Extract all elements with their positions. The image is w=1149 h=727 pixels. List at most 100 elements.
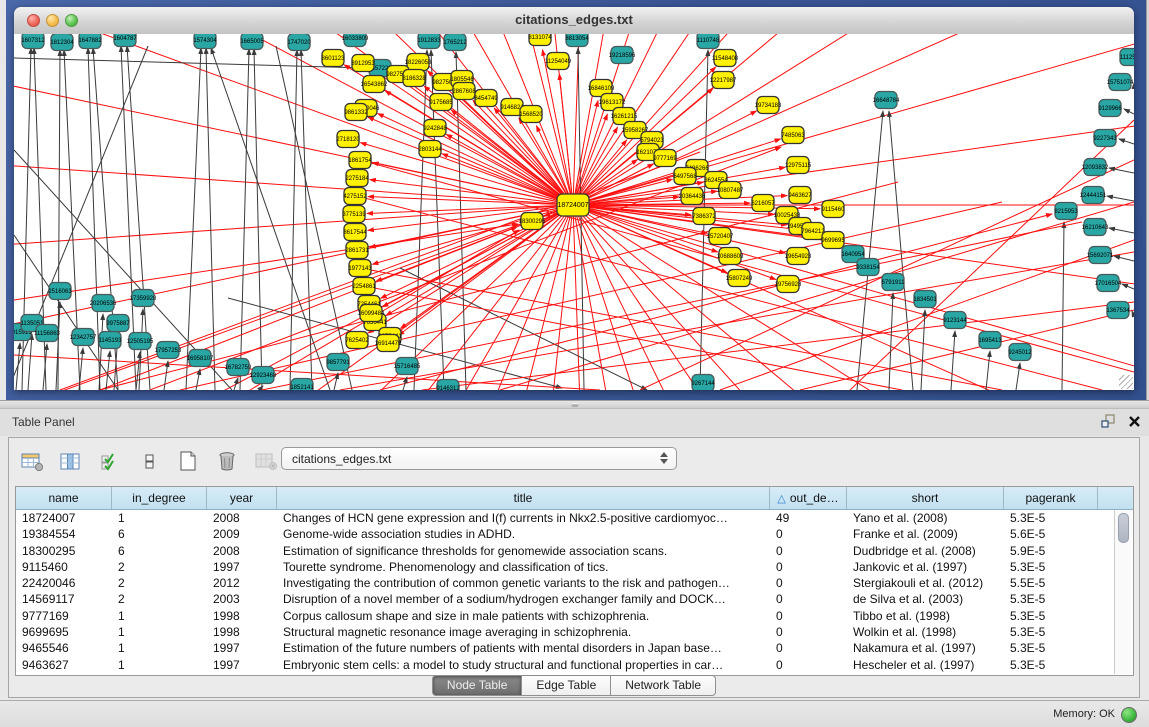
table-cell[interactable]: 5.3E-5	[1004, 559, 1098, 575]
graph-node[interactable]: 1852141	[290, 379, 314, 391]
graph-node[interactable]: 15807249	[726, 270, 753, 287]
graph-node[interactable]: 7625402	[345, 332, 369, 349]
graph-node[interactable]: 9861332	[344, 104, 368, 121]
graph-node[interactable]: 11156863	[34, 325, 60, 342]
table-cell[interactable]: Estimation of significance thresholds fo…	[277, 543, 770, 559]
table-cell[interactable]: 2009	[207, 526, 277, 542]
table-cell[interactable]: Disruption of a novel member of a sodium…	[277, 591, 770, 607]
graph-node[interactable]: 2867608	[452, 83, 476, 100]
table-cell[interactable]: 0	[770, 559, 847, 575]
table-cell[interactable]: Stergiakouli et al. (2012)	[847, 575, 1004, 591]
graph-node[interactable]: 12217987	[710, 72, 737, 89]
graph-node[interactable]: 16543862	[361, 76, 388, 93]
table-cell[interactable]: 9463627	[16, 657, 112, 673]
graph-node[interactable]: 16648784	[873, 92, 900, 109]
table-row[interactable]: 1872400712008Changes of HCN gene express…	[16, 510, 1133, 526]
tab-node-table[interactable]: Node Table	[432, 675, 523, 696]
graph-node[interactable]: 2861731	[345, 242, 369, 259]
graph-node[interactable]: 9115460	[822, 201, 846, 218]
column-header-in_degree[interactable]: in_degree	[112, 487, 207, 509]
graph-node[interactable]: 3775139	[342, 206, 366, 223]
table-cell[interactable]: 14569117	[16, 591, 112, 607]
graph-node[interactable]: 18724007	[557, 194, 589, 216]
table-cell[interactable]: 22420046	[16, 575, 112, 591]
table-cell[interactable]: Tourette syndrome. Phenomenology and cla…	[277, 559, 770, 575]
graph-node[interactable]: 9777169	[653, 150, 677, 167]
table-select-dropdown[interactable]: citations_edges.txt	[281, 447, 677, 470]
float-panel-icon[interactable]	[1101, 414, 1116, 433]
table-cell[interactable]: 5.3E-5	[1004, 640, 1098, 656]
graph-node[interactable]: 1604787	[113, 34, 137, 47]
graph-node[interactable]: 16210643	[1082, 219, 1109, 236]
graph-node[interactable]: 1574304	[193, 34, 217, 49]
graph-node[interactable]: 8186328	[402, 70, 426, 87]
graph-node[interactable]: 19734183	[755, 97, 782, 114]
table-cell[interactable]: 0	[770, 608, 847, 624]
graph-node[interactable]: 8813054	[565, 34, 589, 47]
table-cell[interactable]: 1	[112, 657, 207, 673]
column-header-year[interactable]: year	[207, 487, 277, 509]
graph-node[interactable]: 8617544	[343, 224, 367, 241]
graph-node[interactable]: 8454749	[474, 90, 498, 107]
table-cell[interactable]: 9699695	[16, 624, 112, 640]
table-cell[interactable]: Structural magnetic resonance image aver…	[277, 624, 770, 640]
table-cell[interactable]: 6	[112, 526, 207, 542]
table-cell[interactable]: 0	[770, 526, 847, 542]
table-cell[interactable]: Yano et al. (2008)	[847, 510, 1004, 526]
table-cell[interactable]: Tibbo et al. (1998)	[847, 608, 1004, 624]
graph-node[interactable]: 1110748	[697, 34, 720, 49]
table-cell[interactable]: 2003	[207, 591, 277, 607]
graph-node[interactable]: 7485063	[781, 127, 805, 144]
delete-rows-icon[interactable]	[214, 448, 240, 474]
graph-node[interactable]: 9242848	[423, 120, 447, 137]
graph-node[interactable]: 8912953	[351, 55, 375, 72]
table-row[interactable]: 969969511998Structural magnetic resonanc…	[16, 624, 1133, 640]
graph-node[interactable]: 8601123	[322, 50, 346, 67]
table-cell[interactable]: 2008	[207, 510, 277, 526]
table-cell[interactable]: Wolkin et al. (1998)	[847, 624, 1004, 640]
graph-node[interactable]: 15720407	[707, 228, 734, 245]
graph-node[interactable]: 9245012	[1008, 344, 1032, 361]
delete-table-icon[interactable]	[253, 448, 279, 474]
table-cell[interactable]: Franke et al. (2009)	[847, 526, 1004, 542]
network-canvas[interactable]: 1607312181230416478821604787157430416650…	[14, 34, 1134, 390]
graph-node[interactable]: 2275184	[345, 170, 369, 187]
graph-node[interactable]: 2718120	[336, 131, 360, 148]
table-cell[interactable]: 2008	[207, 543, 277, 559]
graph-node[interactable]: 10807487	[717, 182, 744, 199]
table-cell[interactable]: 5.3E-5	[1004, 510, 1098, 526]
graph-node[interactable]: 11254049	[545, 53, 572, 70]
table-cell[interactable]: 1	[112, 608, 207, 624]
graph-node[interactable]: 12444151	[1080, 187, 1107, 204]
table-cell[interactable]: 1997	[207, 640, 277, 656]
graph-node[interactable]: 16099484	[358, 305, 385, 322]
table-cell[interactable]: 2	[112, 591, 207, 607]
graph-node[interactable]: 9146312	[436, 380, 460, 391]
graph-node[interactable]: 11548408	[712, 50, 739, 67]
graph-node[interactable]: 8215953	[1054, 203, 1078, 220]
graph-node[interactable]: 20206536	[90, 295, 117, 312]
table-row[interactable]: 2242004622012Investigating the contribut…	[16, 575, 1133, 591]
table-cell[interactable]: Dudbridge et al. (2008)	[847, 543, 1004, 559]
graph-node[interactable]: 10688609	[717, 248, 744, 265]
table-cell[interactable]: 1	[112, 510, 207, 526]
graph-node[interactable]: 6791911	[882, 274, 906, 291]
graph-node[interactable]: 2254861	[352, 278, 376, 295]
graph-node[interactable]: 9975887	[106, 315, 130, 332]
table-cell[interactable]: 1997	[207, 559, 277, 575]
table-cell[interactable]: 9115460	[16, 559, 112, 575]
graph-node[interactable]: 1912833	[417, 34, 441, 49]
graph-node[interactable]: 15692071	[1087, 247, 1114, 264]
graph-node[interactable]: 12342757	[70, 329, 97, 346]
table-row[interactable]: 946362711997Embryonic stem cells: a mode…	[16, 657, 1133, 673]
graph-node[interactable]: 9463627	[788, 187, 812, 204]
graph-node[interactable]: 4275152	[343, 188, 367, 205]
table-cell[interactable]: 18300295	[16, 543, 112, 559]
table-cell[interactable]: Hescheler et al. (1997)	[847, 657, 1004, 673]
graph-node[interactable]: 1665005	[240, 34, 264, 50]
table-cell[interactable]: 2	[112, 559, 207, 575]
table-cell[interactable]: 0	[770, 575, 847, 591]
table-cell[interactable]: 49	[770, 510, 847, 526]
graph-node[interactable]: 1568520	[519, 106, 543, 123]
table-cell[interactable]: 0	[770, 591, 847, 607]
